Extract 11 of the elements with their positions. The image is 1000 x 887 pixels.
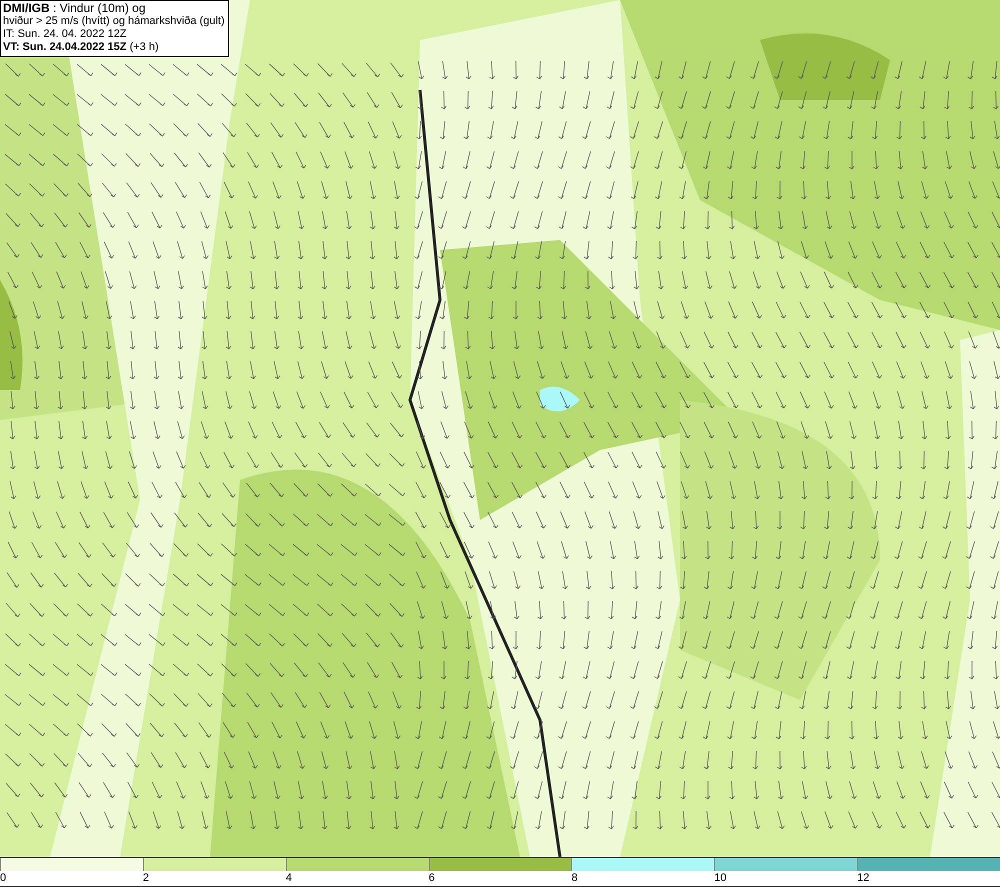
info-text: DMI/IGB : Vindur (10m) og [3, 2, 146, 15]
legend-tick-label: 6 [428, 871, 435, 886]
legend-tick-label: 4 [286, 871, 292, 886]
info-text: VT: Sun. 24.04.2022 15Z (+3 h) [3, 41, 160, 54]
legend-tick-label: 10 [714, 871, 727, 886]
legend-tick-label: 0 [0, 871, 6, 886]
info-text: hviður > 25 m/s (hvítt) og hámarkshviða (gult) [3, 15, 225, 28]
info-text: IT: Sun. 24. 04. 2022 12Z [3, 28, 128, 41]
legend-tick-label: 8 [571, 871, 578, 886]
legend-tick-label: 12 [857, 871, 870, 886]
legend-tick-label: 2 [142, 871, 149, 886]
